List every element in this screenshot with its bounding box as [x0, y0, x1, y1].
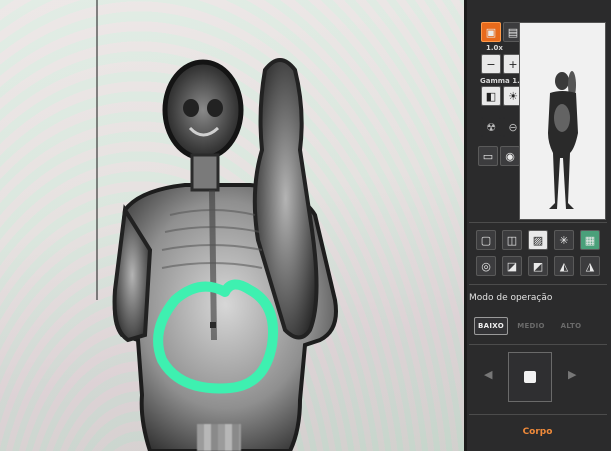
scan-viewer[interactable]	[0, 0, 464, 451]
head-silhouette	[162, 59, 244, 161]
right-arrow-icon[interactable]: ▶	[568, 368, 576, 381]
zoom-in-icon: +	[508, 57, 518, 71]
gamma-invert-icon: ◧	[485, 89, 497, 103]
filter-icon-7: ◪	[506, 259, 518, 273]
filter-button-10[interactable]: ◮	[580, 256, 600, 276]
filter-icon-9: ◭	[559, 259, 569, 273]
full-body-thumbnail[interactable]	[519, 22, 606, 220]
neck-silhouette	[190, 153, 220, 192]
filter-button-8[interactable]: ◩	[528, 256, 548, 276]
panel-divider	[469, 344, 607, 345]
gamma-label: Gamma 1.0	[480, 77, 525, 85]
filter-button-6[interactable]: ◎	[476, 256, 496, 276]
filter-icon-3: ▨	[532, 233, 544, 247]
filter-icon-10: ◮	[585, 259, 595, 273]
zoom-out-icon: −	[486, 57, 496, 71]
mode-option-high[interactable]: ALTO	[554, 317, 588, 335]
zoom-level-label: 1.0x	[486, 44, 503, 52]
filter-button-5[interactable]: ▦	[580, 230, 600, 250]
panel-divider	[469, 414, 607, 415]
bw-mode-icon: ▤	[507, 25, 519, 39]
invert-button[interactable]: ◧	[481, 86, 501, 106]
mode-option-low[interactable]: BAIXO	[474, 317, 508, 335]
filter-icon-4: ✳	[559, 233, 569, 247]
panel-divider	[469, 284, 607, 285]
capture-icon: ◉	[505, 149, 515, 163]
panel-divider	[469, 222, 607, 223]
filter-button-3[interactable]: ▨	[528, 230, 548, 250]
stop-icon	[524, 371, 536, 383]
radiation-icon: ☢	[486, 120, 496, 134]
filter-icon-2: ◫	[506, 233, 518, 247]
mode-option-medium[interactable]: MEDIO	[514, 317, 548, 335]
body-scan-image	[112, 58, 338, 451]
censored-region	[197, 424, 241, 451]
filter-icon-8: ◩	[532, 259, 544, 273]
color-mode-icon: ▣	[485, 25, 497, 39]
operation-mode-title: Modo de operação	[469, 293, 553, 303]
scan-icon: ▭	[482, 149, 494, 163]
zoom-out-button[interactable]: −	[481, 54, 501, 74]
left-arrow-icon[interactable]: ◀	[484, 368, 492, 381]
filter-button-2[interactable]: ◫	[502, 230, 522, 250]
thumbnail-figure	[548, 71, 578, 209]
filter-icon-5: ▦	[584, 233, 596, 247]
filter-button-1[interactable]: ▢	[476, 230, 496, 250]
radiation-button[interactable]: ☢	[481, 117, 501, 137]
color-mode-button[interactable]: ▣	[481, 22, 501, 42]
brightness-icon: ☀	[508, 89, 518, 103]
scan-button[interactable]: ▭	[478, 146, 498, 166]
minus-icon: ⊖	[508, 120, 518, 134]
filter-button-9[interactable]: ◭	[554, 256, 574, 276]
filter-button-7[interactable]: ◪	[502, 256, 522, 276]
scan-region-label: Corpo	[522, 427, 553, 437]
filter-icon-6: ◎	[481, 259, 491, 273]
filter-icons: ▢	[480, 233, 492, 247]
capture-button[interactable]: ◉	[500, 146, 520, 166]
center-select-button[interactable]	[508, 352, 552, 402]
filter-button-4[interactable]: ✳	[554, 230, 574, 250]
